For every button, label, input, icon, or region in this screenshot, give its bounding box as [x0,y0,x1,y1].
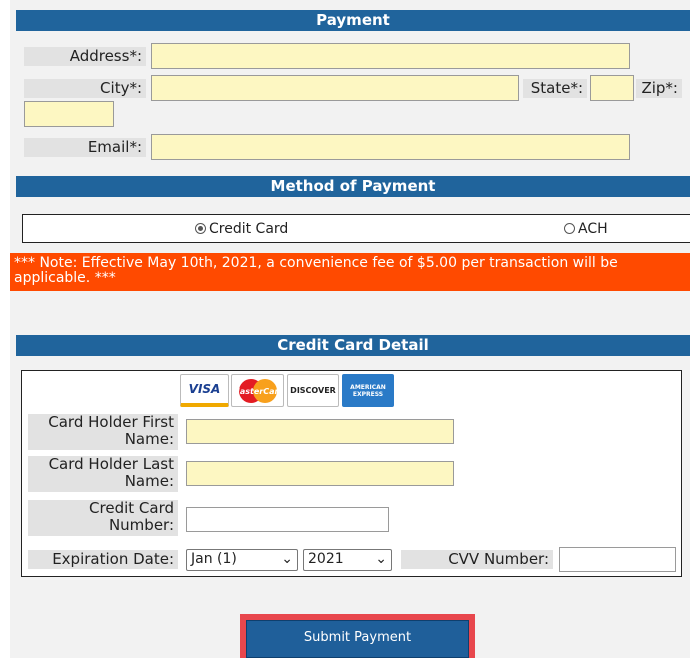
radio-ach[interactable]: ACH [564,221,608,237]
city-label: City*: [24,79,146,98]
expiration-year-value: 2021 [308,551,344,567]
american-express-logo-icon: AMERICAN EXPRESS [342,374,394,407]
radio-credit-card-label: Credit Card [209,221,289,237]
mastercard-logo-text: MasterCard [233,387,283,396]
radio-ach-label: ACH [578,221,608,237]
cvv-label: CVV Number: [401,550,553,569]
radio-unselected-icon[interactable] [564,223,575,234]
zip-field[interactable] [24,101,114,127]
last-name-field[interactable] [186,461,454,486]
expiration-month-select[interactable]: Jan (1) ⌄ [186,549,298,571]
state-label: State*: [523,79,587,98]
first-name-label: Card Holder First Name: [28,414,178,450]
submit-highlight: Submit Payment [240,614,475,658]
card-number-label: Credit Card Number: [28,500,178,536]
state-field[interactable] [590,75,634,101]
chevron-down-icon: ⌄ [281,551,293,567]
expiration-date-label: Expiration Date: [28,550,178,569]
visa-logo-icon: VISA [180,374,229,407]
payment-header: Payment [16,10,690,31]
credit-card-detail-header: Credit Card Detail [16,335,690,356]
method-of-payment-header: Method of Payment [16,176,690,197]
cvv-field[interactable] [559,547,676,572]
card-number-field[interactable] [186,507,389,532]
last-name-label: Card Holder Last Name: [28,456,178,492]
discover-logo-icon: DISCOVER [287,374,339,407]
chevron-down-icon: ⌄ [375,551,387,567]
address-label: Address*: [24,47,146,66]
radio-credit-card[interactable]: Credit Card [195,221,288,237]
expiration-month-value: Jan (1) [191,551,237,567]
mastercard-logo-icon: MasterCard [231,374,284,407]
convenience-fee-note: *** Note: Effective May 10th, 2021, a co… [10,253,690,291]
radio-selected-icon[interactable] [195,223,206,234]
submit-payment-button[interactable]: Submit Payment [246,620,469,658]
zip-label: Zip*: [636,79,682,98]
address-field[interactable] [151,43,630,69]
email-label: Email*: [24,138,146,157]
city-field[interactable] [151,75,519,101]
email-field[interactable] [151,134,630,160]
payment-method-options: Credit Card ACH [22,214,690,243]
first-name-field[interactable] [186,419,454,444]
expiration-year-select[interactable]: 2021 ⌄ [303,549,392,571]
payment-form: Payment Address*: City*: State*: Zip*: E… [10,0,690,658]
